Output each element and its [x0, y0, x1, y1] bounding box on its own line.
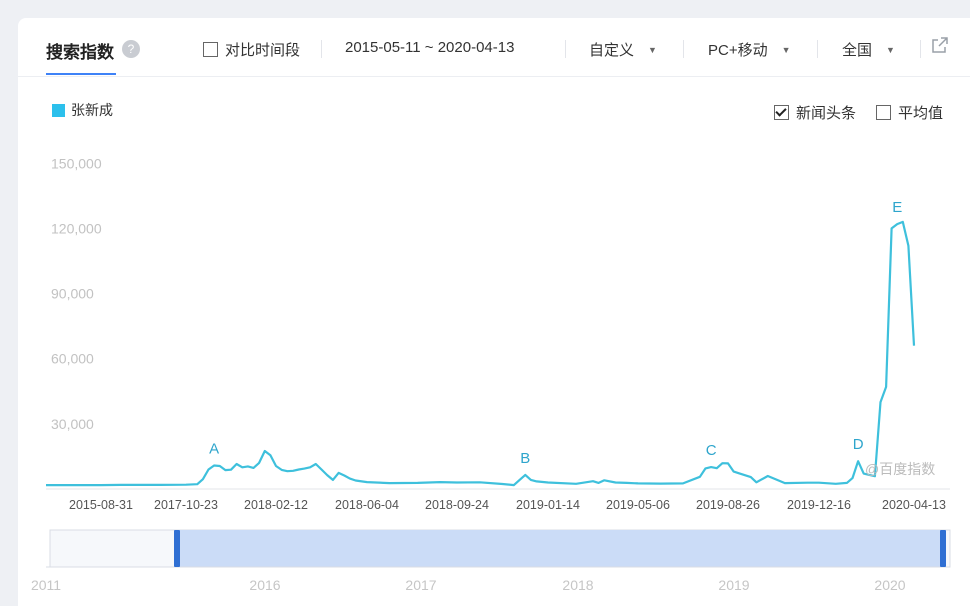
slider-year-label: 2011	[31, 577, 61, 593]
x-tick-label: 2015-08-31	[69, 498, 133, 512]
x-tick-label: 2018-02-12	[244, 498, 308, 512]
y-axis: 30,000 60,000 90,000 120,000 150,000	[51, 155, 102, 432]
news-annotation-a[interactable]: A	[209, 441, 219, 458]
x-tick-label: 2019-05-06	[606, 498, 670, 512]
range-slider[interactable]: 2011 2016 2017 2018 2019 2020	[31, 529, 951, 593]
slider-year-labels: 2011 2016 2017 2018 2019 2020	[31, 577, 906, 593]
annotation-markers: A B C D E	[209, 199, 902, 467]
slider-year-label: 2020	[874, 577, 905, 593]
watermark: @百度指数	[865, 461, 935, 477]
y-tick-label: 60,000	[51, 351, 94, 367]
y-tick-label: 30,000	[51, 416, 94, 432]
y-tick-label: 90,000	[51, 286, 94, 302]
slider-handle-right[interactable]	[940, 530, 946, 567]
news-annotation-c[interactable]: C	[706, 442, 717, 459]
x-tick-label: 2017-10-23	[154, 498, 218, 512]
series-line[interactable]	[46, 220, 916, 487]
slider-year-label: 2017	[405, 577, 436, 593]
news-annotation-e[interactable]: E	[892, 199, 902, 216]
chart-area: 30,000 60,000 90,000 120,000 150,000 A B C D E @…	[31, 155, 951, 593]
slider-handle-left[interactable]	[174, 530, 180, 567]
slider-year-label: 2018	[562, 577, 593, 593]
x-tick-label: 2019-01-14	[516, 498, 580, 512]
news-annotation-d[interactable]: D	[853, 436, 864, 453]
news-annotation-b[interactable]: B	[520, 450, 530, 467]
slider-year-label: 2016	[249, 577, 280, 593]
x-tick-label: 2018-06-04	[335, 498, 399, 512]
slider-year-label: 2019	[718, 577, 749, 593]
y-tick-label: 150,000	[51, 155, 102, 171]
x-axis: 2015-08-31 2017-10-23 2018-02-12 2018-06-04…	[69, 498, 946, 512]
slider-selection[interactable]	[177, 530, 944, 567]
y-tick-label: 120,000	[51, 220, 102, 236]
x-tick-label: 2019-08-26	[696, 498, 760, 512]
x-tick-label: 2020-04-13	[882, 498, 946, 512]
x-tick-label: 2018-09-24	[425, 498, 489, 512]
x-tick-label: 2019-12-16	[787, 498, 851, 512]
